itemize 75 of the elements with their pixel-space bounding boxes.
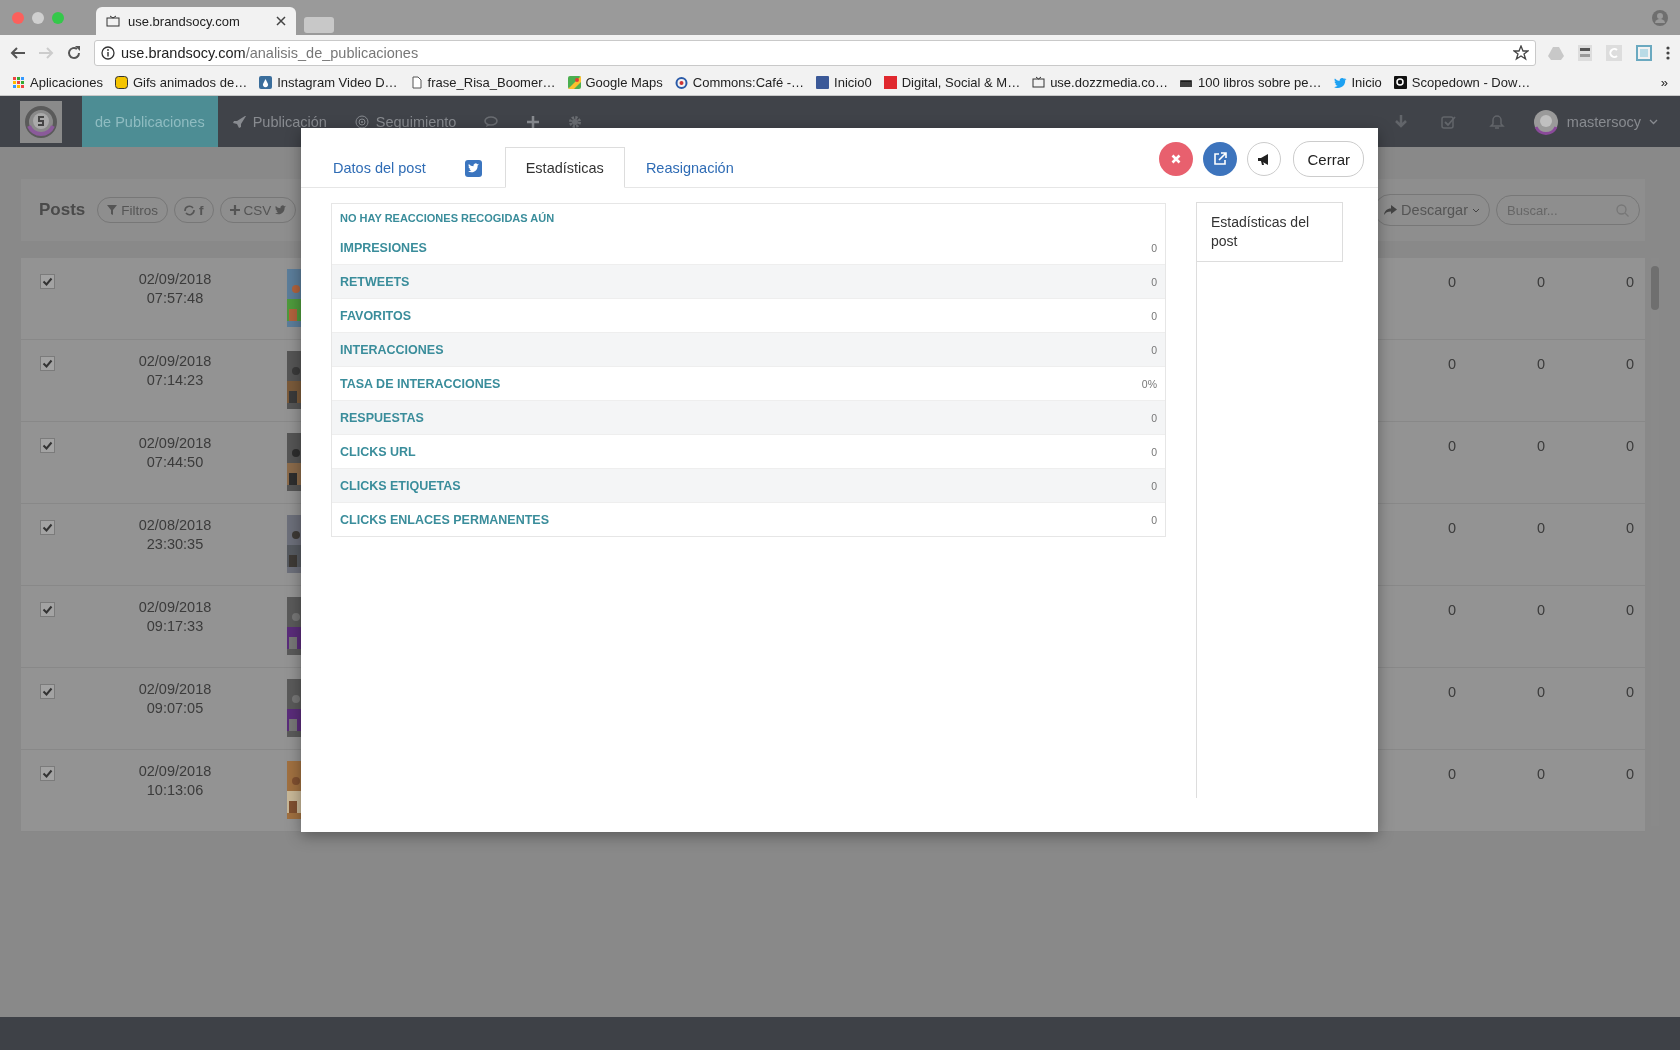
metric-value: 0 (1624, 520, 1634, 536)
metric-value: 0 (1446, 766, 1456, 782)
metric-value: 0 (1151, 479, 1157, 492)
bookmark[interactable]: Google Maps (567, 75, 663, 90)
bookmark[interactable]: 100 libros sobre pe… (1179, 75, 1322, 90)
post-time: 09:07:05 (145, 699, 205, 718)
metric-value: 0 (1151, 343, 1157, 356)
metric-value: 0 (1151, 411, 1157, 424)
post-time: 07:57:48 (145, 289, 205, 308)
tab[interactable]: Estadísticas (504, 147, 625, 188)
metric-label: IMPRESIONES (340, 240, 427, 255)
metric-value: 0 (1535, 602, 1545, 618)
post-date: 02/09/2018 (137, 598, 213, 617)
bookmark[interactable]: Instagram Video D… (259, 75, 398, 90)
post-time: 09:17:33 (145, 617, 205, 636)
metric-value: 0 (1535, 438, 1545, 454)
metric-value: 0 (1151, 241, 1157, 254)
bookmark[interactable]: Inicio0 (816, 75, 872, 90)
bookmark[interactable]: Aplicaciones (12, 75, 103, 90)
metric-value: 0 (1535, 520, 1545, 536)
metric-value: 0 (1624, 438, 1634, 454)
post-time: 23:30:35 (145, 535, 205, 554)
metric-value: 0 (1151, 513, 1157, 526)
metric-value: 0 (1446, 274, 1456, 290)
metric-label: RETWEETS (340, 274, 410, 289)
tab[interactable]: Datos del post (312, 147, 447, 188)
metric-value: 0 (1624, 274, 1634, 290)
metric-label: CLICKS ETIQUETAS (340, 478, 461, 493)
metric-label: CLICKS ENLACES PERMANENTES (340, 512, 550, 527)
metric-value: 0 (1151, 445, 1157, 458)
metric-value: 0 (1624, 602, 1634, 618)
post-time: 07:44:50 (145, 453, 205, 472)
metric-value: 0 (1624, 356, 1634, 372)
tab[interactable]: Reasignación (624, 147, 755, 188)
metric-value: 0 (1151, 275, 1157, 288)
bookmark[interactable]: Commons:Café -… (674, 75, 805, 90)
metric-value: 0 (1446, 602, 1456, 618)
stats-heading: NO HAY REACCIONES RECOGIDAS AÚN (339, 210, 556, 226)
metric-label: CLICKS URL (340, 444, 416, 459)
post-date: 02/09/2018 (137, 352, 213, 371)
post-date: 02/08/2018 (137, 516, 213, 535)
metric-value: 0 (1535, 684, 1545, 700)
page-title: Posts (39, 200, 86, 220)
metric-value: 0 (1535, 766, 1545, 782)
address-bar[interactable]: use.brandsocy.com/analisis_de_publicaciones (94, 39, 1536, 66)
metric-value: 0 (1624, 684, 1634, 700)
post-date: 02/09/2018 (137, 434, 213, 453)
metric-value: 0 (1151, 309, 1157, 322)
metric-label: RESPUESTAS (340, 410, 424, 425)
metric-label: INTERACCIONES (340, 342, 444, 357)
metric-value: 0 (1446, 684, 1456, 700)
metric-label: FAVORITOS (340, 308, 412, 323)
metric-value: 0 (1446, 520, 1456, 536)
metric-value: 0% (1141, 377, 1157, 390)
metric-value: 0 (1535, 356, 1545, 372)
bookmark[interactable]: Digital, Social & M… (883, 75, 1021, 90)
post-date: 02/09/2018 (137, 680, 213, 699)
metric-value: 0 (1535, 274, 1545, 290)
metric-label: TASA DE INTERACCIONES (340, 376, 501, 391)
browser-tab[interactable]: use.brandsocy.com (96, 7, 296, 35)
close-button[interactable]: Cerrar (1293, 141, 1364, 177)
side-tab[interactable]: Estadísticas del post (1197, 202, 1343, 262)
more-bookmarks[interactable]: » (1660, 75, 1668, 90)
post-time: 10:13:06 (145, 781, 205, 800)
metric-value: 0 (1446, 356, 1456, 372)
bookmark[interactable]: Scopedown - Dow… (1393, 75, 1531, 90)
bookmark[interactable]: frase_Risa_Boomer… (409, 75, 556, 90)
bookmark[interactable]: Inicio (1333, 75, 1382, 90)
post-date: 02/09/2018 (137, 762, 213, 781)
post-date: 02/09/2018 (137, 270, 213, 289)
bookmark[interactable]: Gifs animados de… (115, 75, 248, 90)
metric-value: 0 (1446, 438, 1456, 454)
bookmark[interactable]: use.dozzmedia.co… (1032, 75, 1168, 90)
post-time: 07:14:23 (145, 371, 205, 390)
metric-value: 0 (1624, 766, 1634, 782)
